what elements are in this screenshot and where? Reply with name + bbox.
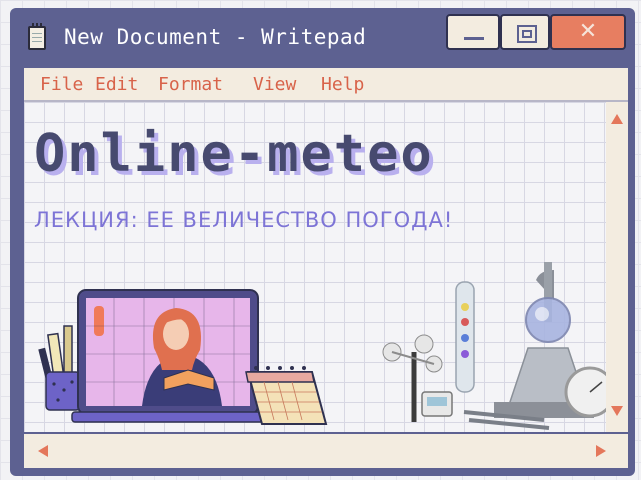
weather-station-icon — [382, 262, 606, 430]
illustration — [38, 262, 606, 430]
vertical-scrollbar[interactable] — [606, 102, 628, 432]
laptop-icon — [71, 289, 269, 423]
writepad-window: New Document - Writepad ✕ File Edit Form… — [10, 8, 635, 476]
document-content[interactable]: Online-meteo ЛЕКЦИЯ: ЕЕ ВЕЛИЧЕСТВО ПОГОД… — [24, 102, 606, 432]
minimize-icon — [464, 37, 484, 40]
document-icon — [28, 23, 46, 50]
scroll-up-icon[interactable] — [611, 114, 623, 124]
minimize-button[interactable] — [446, 14, 500, 50]
menu-view[interactable]: View — [253, 74, 296, 95]
menu-format[interactable]: Format — [158, 74, 223, 95]
scroll-left-icon[interactable] — [38, 445, 48, 457]
menu-file[interactable]: File — [40, 74, 83, 95]
pencil-cup-icon — [38, 325, 81, 411]
scroll-right-icon[interactable] — [596, 445, 606, 457]
menu-bar: File Edit Format View Help — [24, 68, 628, 102]
menu-help[interactable]: Help — [321, 74, 364, 95]
menu-edit[interactable]: Edit — [95, 74, 138, 95]
maximize-icon — [517, 25, 537, 43]
scroll-down-icon[interactable] — [611, 406, 623, 416]
close-icon: ✕ — [578, 19, 598, 44]
horizontal-scrollbar[interactable] — [24, 434, 628, 468]
title-bar[interactable]: New Document - Writepad ✕ — [10, 8, 635, 68]
maximize-button[interactable] — [500, 14, 550, 50]
close-button[interactable]: ✕ — [550, 14, 626, 50]
window-title: New Document - Writepad — [64, 25, 367, 49]
